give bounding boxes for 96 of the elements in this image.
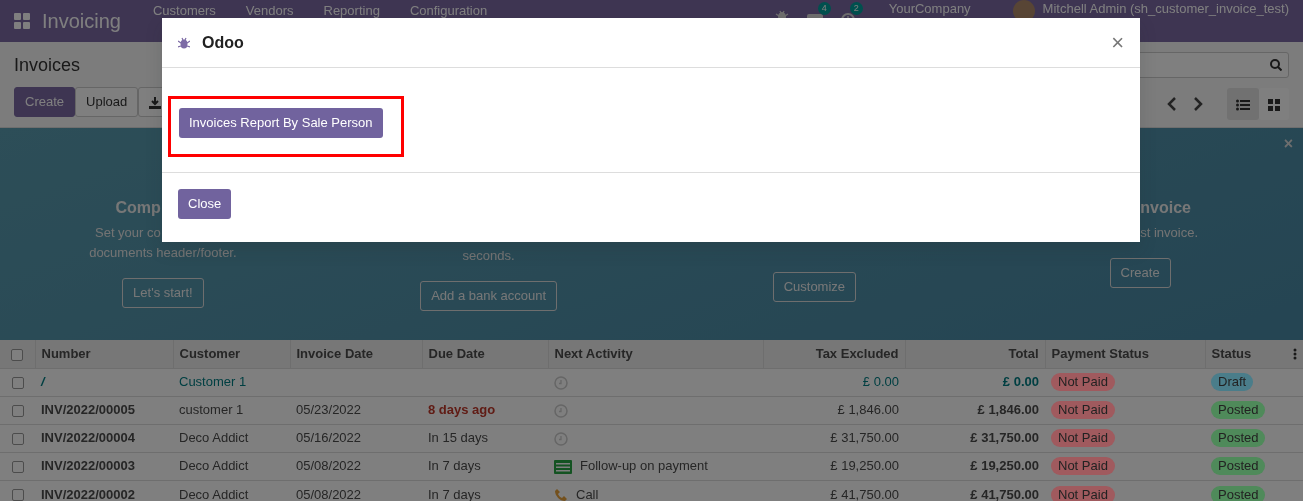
table-cell: £ 31,750.00 <box>763 424 905 452</box>
phone-icon[interactable] <box>554 488 568 501</box>
search-icon <box>1270 59 1282 71</box>
table-cell: £ 1,846.00 <box>763 396 905 424</box>
activity-label: Call <box>576 486 599 501</box>
message-count-badge: 4 <box>817 2 831 15</box>
step-button[interactable]: Create <box>1109 258 1171 288</box>
step-title: Comp <box>115 198 161 218</box>
step-button[interactable]: Customize <box>772 272 857 302</box>
step-button[interactable]: Add a bank account <box>420 281 558 311</box>
table-cell: INV/2022/00004 <box>35 424 173 452</box>
table-cell: £ 41,750.00 <box>763 480 905 501</box>
menu-item[interactable]: Configuration <box>409 3 488 18</box>
status-tag: Draft <box>1211 373 1254 392</box>
column-header[interactable]: Total <box>905 340 1045 368</box>
table-cell: 05/23/2022 <box>290 396 422 424</box>
menu-item[interactable]: Reporting <box>323 3 380 18</box>
app-name[interactable]: Invoicing <box>42 6 121 36</box>
bug-icon <box>178 36 190 49</box>
column-header[interactable]: Payment Status <box>1045 340 1205 368</box>
step-description: st invoice. <box>1140 224 1199 242</box>
table-cell: Customer 1 <box>173 368 290 396</box>
download-icon <box>149 96 162 109</box>
clock-icon[interactable] <box>554 431 568 446</box>
table-cell: £ 0.00 <box>763 368 905 396</box>
status-tag: Posted <box>1211 401 1266 420</box>
user-menu[interactable]: Mitchell Admin (sh_customer_invoice_test) <box>1042 1 1289 16</box>
apps-menu-icon[interactable] <box>14 13 30 29</box>
table-cell: 05/16/2022 <box>290 424 422 452</box>
activity-label: Follow-up on payment <box>580 458 708 474</box>
column-header[interactable]: Next Activity <box>548 340 763 368</box>
clock-icon[interactable] <box>554 403 568 418</box>
chevron-left-icon[interactable] <box>1167 97 1177 111</box>
column-header[interactable]: Invoice Date <box>290 340 422 368</box>
activity-count-badge: 2 <box>849 2 863 15</box>
list-view-button[interactable] <box>1227 88 1259 120</box>
step-description: Set your co <box>95 224 161 242</box>
table-cell: In 7 days <box>422 452 548 480</box>
table-cell: 05/08/2022 <box>290 480 422 501</box>
create-button[interactable]: Create <box>14 87 76 117</box>
table-cell: 05/08/2022 <box>290 452 422 480</box>
kebab-menu-icon[interactable] <box>1292 347 1297 360</box>
table-cell: INV/2022/00003 <box>35 452 173 480</box>
close-icon[interactable]: × <box>1283 136 1293 152</box>
list-icon[interactable] <box>554 459 572 474</box>
table-cell: Deco Addict <box>173 452 290 480</box>
table-cell: Deco Addict <box>173 424 290 452</box>
chevron-right-icon[interactable] <box>1193 97 1203 111</box>
dialog-title: Odoo <box>202 32 244 53</box>
checkbox[interactable] <box>11 376 24 389</box>
payment-status-tag: Not Paid <box>1051 457 1115 476</box>
menu-item[interactable]: Customers <box>152 3 216 18</box>
table-cell: £ 0.00 <box>905 368 1045 396</box>
column-header[interactable]: Due Date <box>422 340 548 368</box>
close-button[interactable]: Close <box>178 189 232 219</box>
report-button[interactable]: Invoices Report By Sale Person <box>179 108 383 138</box>
checkbox[interactable] <box>11 348 24 361</box>
table-cell: 8 days ago <box>422 396 548 424</box>
step-button[interactable]: Let's start! <box>122 278 204 308</box>
grid-icon <box>1268 98 1280 111</box>
status-tag: Posted <box>1211 485 1266 501</box>
column-header[interactable]: Tax Excluded <box>763 340 905 368</box>
checkbox[interactable] <box>11 489 24 501</box>
page-title: Invoices <box>14 54 81 77</box>
table-cell: Deco Addict <box>173 480 290 501</box>
table-cell: INV/2022/00005 <box>35 396 173 424</box>
checkbox[interactable] <box>11 432 24 445</box>
status-tag: Posted <box>1211 457 1266 476</box>
table-cell: In 15 days <box>422 424 548 452</box>
company-switcher[interactable]: YourCompany <box>888 1 971 16</box>
table-cell: INV/2022/00002 <box>35 480 173 501</box>
status-tag: Posted <box>1211 429 1266 448</box>
list-icon <box>1236 98 1250 111</box>
step-title: nvoice <box>1140 198 1191 218</box>
checkbox[interactable] <box>11 404 24 417</box>
table-cell: £ 31,750.00 <box>905 424 1045 452</box>
payment-status-tag: Not Paid <box>1051 429 1115 448</box>
table-cell: In 7 days <box>422 480 548 501</box>
upload-button[interactable]: Upload <box>75 87 139 117</box>
checkbox[interactable] <box>11 460 24 473</box>
payment-status-tag: Not Paid <box>1051 373 1115 392</box>
column-header[interactable]: Number <box>35 340 173 368</box>
close-button[interactable]: × <box>1111 31 1124 54</box>
table-cell: £ 19,250.00 <box>905 452 1045 480</box>
step-description: documents header/footer. <box>89 244 237 262</box>
menu-item[interactable]: Vendors <box>245 3 294 18</box>
clock-icon[interactable] <box>554 375 568 390</box>
payment-status-tag: Not Paid <box>1051 485 1115 501</box>
step-description: seconds. <box>462 247 515 265</box>
table-cell: £ 1,846.00 <box>905 396 1045 424</box>
table-cell: £ 41,750.00 <box>905 480 1045 501</box>
payment-status-tag: Not Paid <box>1051 401 1115 420</box>
table-cell: £ 19,250.00 <box>763 452 905 480</box>
table-cell: / <box>35 368 173 396</box>
column-header[interactable]: Customer <box>173 340 290 368</box>
table-cell: customer 1 <box>173 396 290 424</box>
